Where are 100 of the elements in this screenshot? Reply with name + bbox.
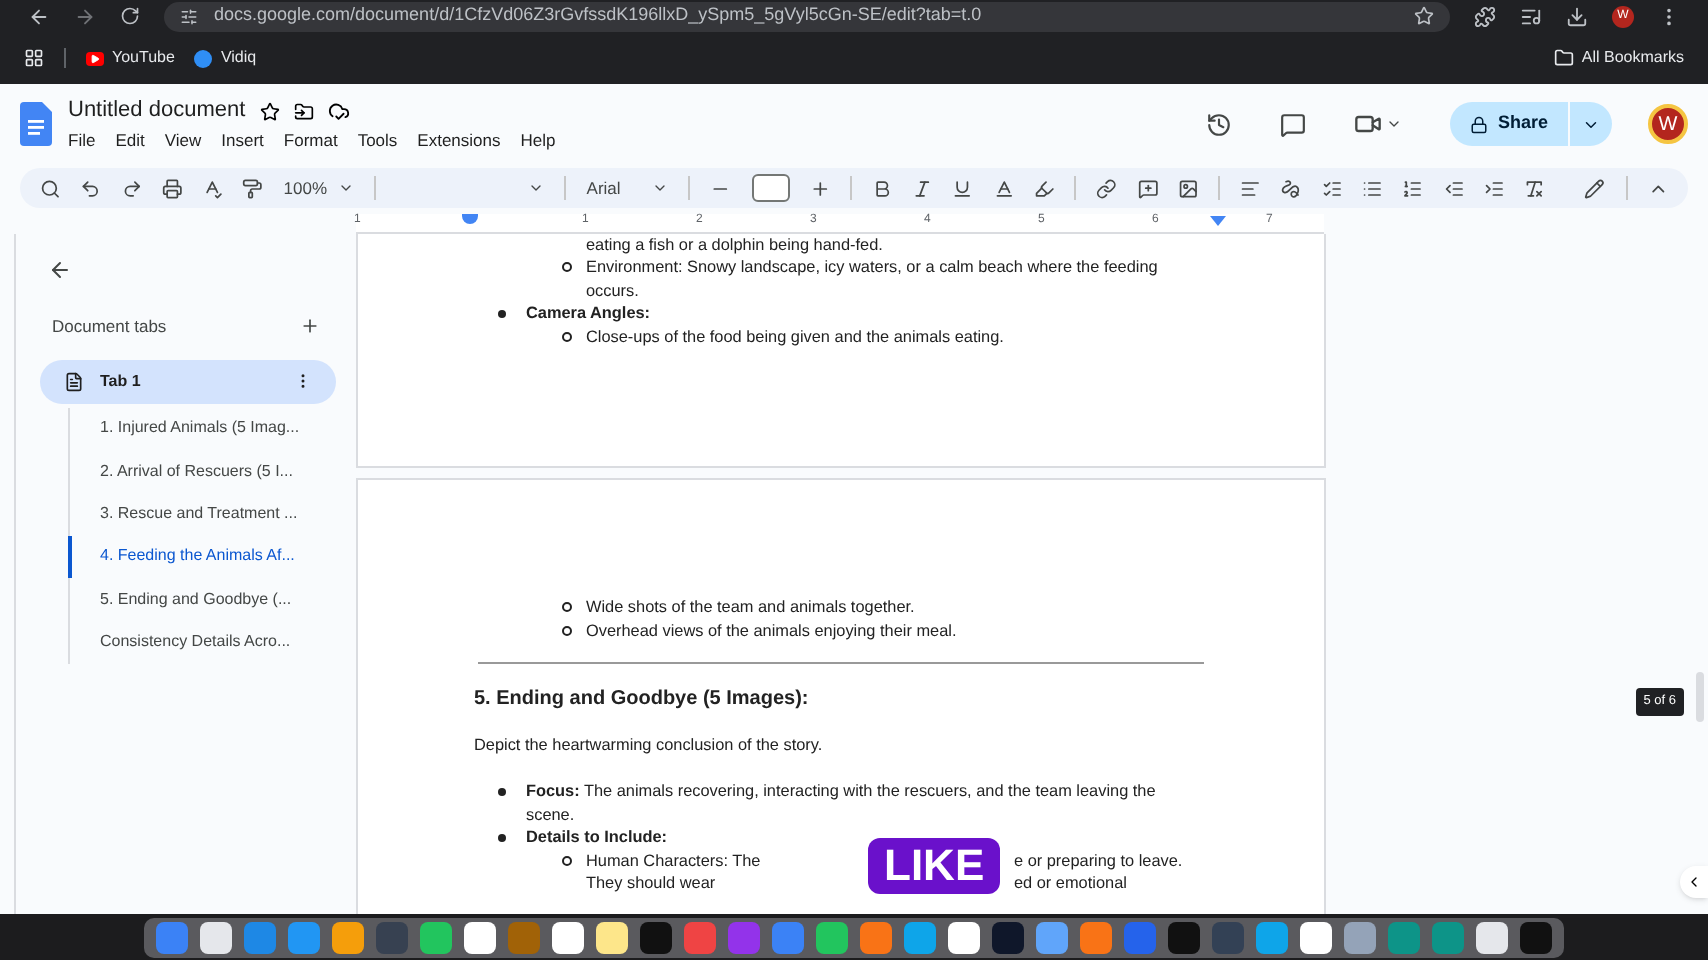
app-icon[interactable]: [948, 921, 980, 953]
app-icon[interactable]: [552, 921, 584, 953]
app-icon[interactable]: [420, 921, 452, 953]
underline-icon[interactable]: [952, 177, 974, 199]
extensions-icon[interactable]: [1474, 5, 1496, 27]
checklist-icon[interactable]: [1321, 177, 1342, 199]
download-icon[interactable]: [1566, 5, 1588, 27]
list-text: ed or emotional: [1014, 872, 1127, 896]
add-tab-icon[interactable]: [300, 316, 320, 337]
star-icon[interactable]: [259, 101, 280, 122]
caret-icon[interactable]: [1385, 116, 1402, 132]
clear-formatting-icon[interactable]: [1524, 177, 1545, 199]
outline-item[interactable]: Consistency Details Acro...: [68, 620, 336, 664]
bullet-icon: [498, 833, 506, 842]
font-dropdown[interactable]: Arial: [586, 175, 669, 201]
back-icon[interactable]: [48, 258, 72, 282]
app-icon[interactable]: [464, 921, 496, 953]
line-spacing-icon[interactable]: [1280, 177, 1302, 199]
share-button[interactable]: Share: [1449, 102, 1612, 146]
app-icon[interactable]: [200, 921, 232, 953]
outline-item[interactable]: 1. Injured Animals (5 Imag...: [68, 407, 336, 451]
print-icon[interactable]: [161, 177, 183, 199]
app-icon[interactable]: [1168, 921, 1200, 953]
image-icon[interactable]: [1177, 177, 1199, 199]
media-icon[interactable]: [1520, 5, 1542, 27]
app-icon[interactable]: [1520, 921, 1552, 953]
list-text: Environment: Snowy landscape, icy waters, or a calm beach where the feeding occurs.: [586, 256, 1160, 302]
outline-item[interactable]: 4. Feeding the Animals Af...: [68, 535, 336, 578]
caret-icon: [652, 180, 669, 196]
redo-icon[interactable]: [121, 177, 142, 199]
site-settings-icon[interactable]: [180, 7, 198, 25]
italic-icon[interactable]: [912, 177, 933, 199]
list-text: Overhead views of the animals enjoying their meal.: [586, 619, 959, 642]
reload-icon[interactable]: [120, 6, 140, 26]
editing-mode-icon[interactable]: [1584, 177, 1606, 199]
all-bookmarks-link[interactable]: All Bookmarks: [1581, 46, 1684, 70]
search-icon[interactable]: [40, 177, 61, 199]
history-icon[interactable]: [1205, 111, 1232, 137]
link-icon[interactable]: [1096, 177, 1118, 199]
menu-item[interactable]: Extensions: [417, 127, 501, 154]
menu-item[interactable]: Format: [283, 127, 338, 154]
add-comment-icon[interactable]: [1137, 177, 1158, 199]
increase-size-icon[interactable]: [809, 177, 830, 199]
menu-item[interactable]: Help: [520, 127, 556, 154]
video-call-icon[interactable]: [1353, 110, 1382, 138]
url-text: docs.google.com/document/d/1CfzVd06Z3rGvfssdK196llxD_ySpm5_5gVyl5cGn-SE/edit?tab=t.0: [214, 2, 982, 29]
back-icon[interactable]: [28, 5, 50, 27]
app-icon[interactable]: [332, 921, 364, 953]
undo-icon[interactable]: [80, 177, 102, 199]
app-icon[interactable]: [596, 921, 628, 953]
app-icon[interactable]: [1300, 921, 1332, 953]
folder-icon[interactable]: [1553, 48, 1574, 68]
spellcheck-icon[interactable]: [202, 177, 223, 199]
bookmark-link[interactable]: Vidiq: [220, 46, 257, 70]
app-icon[interactable]: [640, 921, 672, 953]
comment-icon[interactable]: [1279, 111, 1306, 137]
highlight-icon[interactable]: [1034, 177, 1055, 199]
list-text: Focus: The animals recovering, interacting with the rescuers, and the team leaving the scene.: [526, 780, 1158, 827]
apps-icon[interactable]: [24, 48, 44, 68]
text-color-icon[interactable]: [993, 177, 1014, 199]
list-text: Camera Angles:: [526, 302, 653, 325]
document-title[interactable]: Untitled document: [68, 94, 246, 128]
address-bar[interactable]: docs.google.com/document/d/1CfzVd06Z3rGvfssdK196llxD_ySpm5_5gVyl5cGn-SE/edit?tab=t.0: [164, 1, 1450, 31]
expand-panel-button[interactable]: [1680, 866, 1708, 898]
document-logo-icon[interactable]: [20, 102, 52, 146]
bold-icon[interactable]: [871, 177, 893, 199]
move-folder-icon[interactable]: [293, 101, 314, 122]
numbered-list-icon[interactable]: [1402, 177, 1424, 199]
menu-item[interactable]: Tools: [357, 127, 398, 154]
circle-bullet-icon: [562, 602, 572, 612]
caret-icon: [337, 180, 354, 196]
menu-item[interactable]: View: [164, 127, 202, 154]
app-icon[interactable]: [1476, 921, 1508, 953]
outline-item[interactable]: 2. Arrival of Rescuers (5 I...: [68, 450, 336, 493]
bookmark-star-icon[interactable]: [1414, 6, 1434, 26]
play-icon: [86, 51, 104, 65]
font-size-field[interactable]: [751, 174, 790, 202]
zoom-dropdown[interactable]: 100%: [283, 175, 354, 201]
list-text: They should wear: [586, 874, 716, 893]
paint-format-icon[interactable]: [242, 177, 264, 199]
list-text: Wide shots of the team and animals together.: [586, 596, 917, 619]
bookmark-link[interactable]: YouTube: [112, 46, 175, 70]
menu-item[interactable]: Insert: [221, 127, 264, 154]
tab-item[interactable]: Tab 1: [40, 359, 336, 404]
account-avatar[interactable]: W: [1648, 104, 1688, 144]
app-icon[interactable]: [816, 921, 848, 953]
menu-item[interactable]: Edit: [115, 127, 145, 154]
increase-indent-icon[interactable]: [1483, 177, 1505, 199]
indent-marker-icon[interactable]: [462, 214, 478, 224]
decrease-indent-icon[interactable]: [1443, 177, 1464, 199]
circle-bullet-icon: [562, 331, 572, 341]
cloud-saved-icon[interactable]: [327, 100, 350, 123]
chevron-left-icon: [1686, 874, 1702, 890]
outline-item[interactable]: 3. Rescue and Treatment ...: [68, 492, 336, 536]
sidebar-heading: Document tabs: [52, 314, 167, 340]
list-text: Details to Include:: [526, 826, 670, 850]
menu-item[interactable]: File: [68, 127, 96, 154]
align-icon[interactable]: [1240, 177, 1261, 199]
outline-item[interactable]: 5. Ending and Goodbye (...: [68, 577, 336, 621]
list-text: Human Characters: The: [586, 851, 761, 870]
